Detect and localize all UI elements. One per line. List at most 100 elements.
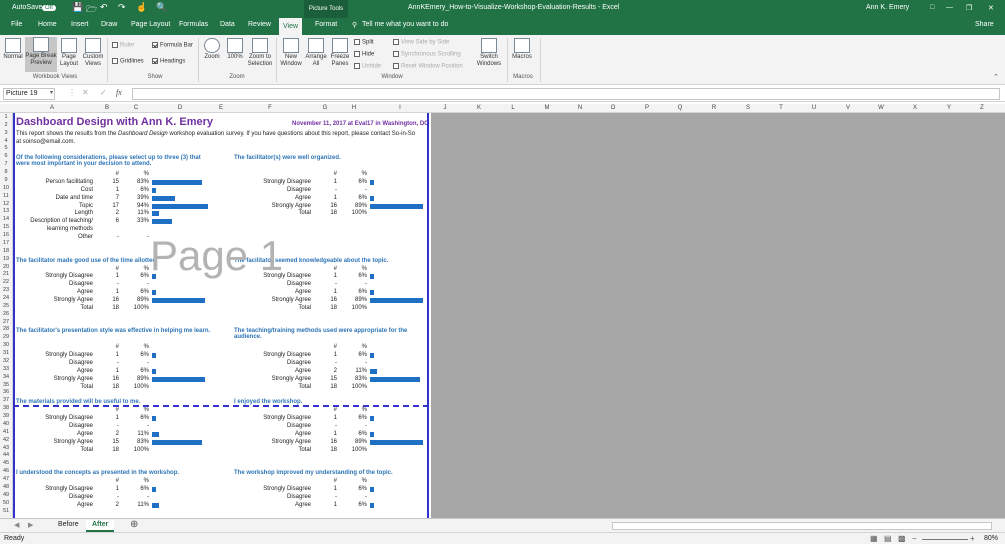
custom-views-button[interactable]: Custom Views [81, 38, 105, 68]
sheet-tab-after[interactable]: After [86, 520, 115, 532]
row-header[interactable]: 5 [0, 145, 12, 151]
add-sheet-icon[interactable]: ⊕ [130, 519, 138, 530]
normal-view-icon[interactable]: ▦ [870, 534, 878, 543]
zoom-level[interactable]: 80% [984, 535, 998, 542]
zoom-slider[interactable] [922, 539, 968, 540]
tab-format[interactable]: Format [315, 21, 337, 28]
collapse-ribbon-icon[interactable]: ⌃ [993, 73, 999, 81]
page-layout-view-button[interactable]: Page Layout [58, 38, 80, 68]
insert-function-icon[interactable]: fx [116, 88, 122, 97]
autosave-toggle[interactable]: Off [42, 5, 56, 11]
enter-icon[interactable]: ✓ [100, 88, 107, 97]
column-header[interactable]: J [436, 105, 454, 111]
share-button[interactable]: Share [975, 21, 994, 28]
row-header[interactable]: 35 [0, 382, 12, 388]
tab-file[interactable]: File [11, 21, 22, 28]
row-header[interactable]: 18 [0, 248, 12, 254]
column-header[interactable]: R [705, 105, 723, 111]
row-header[interactable]: 32 [0, 358, 12, 364]
row-header[interactable]: 11 [0, 193, 12, 199]
zoom-button[interactable]: Zoom [201, 38, 223, 61]
zoom-100-button[interactable]: 100% [224, 38, 246, 61]
tab-formulas[interactable]: Formulas [179, 21, 208, 28]
column-header[interactable]: P [638, 105, 656, 111]
page-layout-icon[interactable]: ▤ [884, 534, 892, 543]
row-header[interactable]: 43 [0, 445, 12, 451]
row-header[interactable]: 2 [0, 122, 12, 128]
arrange-all-button[interactable]: Arrange All [304, 38, 328, 68]
tab-draw[interactable]: Draw [101, 21, 117, 28]
chevron-down-icon[interactable]: ▾ [50, 89, 53, 96]
column-header[interactable]: E [212, 105, 230, 111]
ruler-checkbox[interactable]: Ruler [112, 42, 134, 49]
column-header[interactable]: Y [940, 105, 958, 111]
column-header[interactable]: H [345, 105, 363, 111]
row-header[interactable]: 47 [0, 476, 12, 482]
row-header[interactable]: 41 [0, 429, 12, 435]
sheet-tab-before[interactable]: Before [52, 520, 85, 532]
column-header[interactable]: M [538, 105, 556, 111]
minimize-icon[interactable]: — [946, 4, 953, 11]
page-break-icon[interactable]: ▩ [898, 534, 906, 543]
tab-data[interactable]: Data [220, 21, 235, 28]
row-header[interactable]: 37 [0, 397, 12, 403]
row-header[interactable]: 20 [0, 264, 12, 270]
new-window-button[interactable]: New Window [279, 38, 303, 68]
zoom-to-selection-button[interactable]: Zoom to Selection [246, 38, 274, 68]
ribbon-display-icon[interactable]: □ [930, 4, 934, 11]
tell-me-box[interactable]: Tell me what you want to do [362, 21, 448, 28]
row-header[interactable]: 6 [0, 153, 12, 159]
column-header[interactable]: N [571, 105, 589, 111]
row-header[interactable]: 15 [0, 224, 12, 230]
row-header[interactable]: 24 [0, 295, 12, 301]
zoom-in-icon[interactable]: + [970, 534, 975, 543]
horizontal-scrollbar[interactable] [612, 522, 992, 530]
row-header[interactable]: 48 [0, 484, 12, 490]
normal-view-button[interactable]: Normal [2, 38, 24, 61]
column-header[interactable]: I [380, 105, 420, 111]
row-header[interactable]: 27 [0, 319, 12, 325]
redo-icon[interactable]: ↷ [118, 2, 126, 13]
zoom-out-icon[interactable]: − [912, 534, 917, 543]
row-header[interactable]: 21 [0, 271, 12, 277]
row-header[interactable]: 25 [0, 303, 12, 309]
undo-icon[interactable]: ↶ [100, 2, 108, 13]
row-header[interactable]: 12 [0, 201, 12, 207]
hide-button[interactable]: Hide [354, 51, 374, 58]
column-header[interactable]: O [604, 105, 622, 111]
formula-bar-checkbox[interactable]: Formula Bar [152, 42, 193, 49]
row-header[interactable]: 23 [0, 287, 12, 293]
row-header[interactable]: 50 [0, 500, 12, 506]
page-break-line[interactable] [13, 405, 429, 407]
row-header[interactable]: 30 [0, 342, 12, 348]
row-header[interactable]: 19 [0, 256, 12, 262]
row-header[interactable]: 1 [0, 114, 12, 120]
freeze-panes-button[interactable]: Freeze Panes [329, 38, 351, 68]
close-icon[interactable]: ✕ [988, 4, 994, 12]
row-header[interactable]: 39 [0, 413, 12, 419]
row-header[interactable]: 49 [0, 492, 12, 498]
tab-review[interactable]: Review [248, 21, 271, 28]
row-header[interactable]: 8 [0, 169, 12, 175]
column-header[interactable]: Q [671, 105, 689, 111]
user-name[interactable]: Ann K. Emery [866, 4, 909, 11]
column-header[interactable]: T [772, 105, 790, 111]
reset-window-position-button[interactable]: Reset Window Position [393, 63, 463, 70]
tab-home[interactable]: Home [38, 21, 57, 28]
row-header[interactable]: 10 [0, 185, 12, 191]
row-header[interactable]: 29 [0, 334, 12, 340]
column-header[interactable]: A [22, 105, 82, 111]
row-header[interactable]: 33 [0, 366, 12, 372]
row-header[interactable]: 16 [0, 232, 12, 238]
column-header[interactable]: Z [973, 105, 991, 111]
column-header[interactable]: K [470, 105, 488, 111]
row-header[interactable]: 14 [0, 216, 12, 222]
row-header[interactable]: 28 [0, 326, 12, 332]
row-header[interactable]: 4 [0, 138, 12, 144]
row-header[interactable]: 26 [0, 311, 12, 317]
column-header[interactable]: S [739, 105, 757, 111]
synchronous-scrolling-button[interactable]: Synchronous Scrolling [393, 51, 461, 58]
tab-insert[interactable]: Insert [71, 21, 89, 28]
column-header[interactable]: W [872, 105, 890, 111]
column-header[interactable]: U [805, 105, 823, 111]
